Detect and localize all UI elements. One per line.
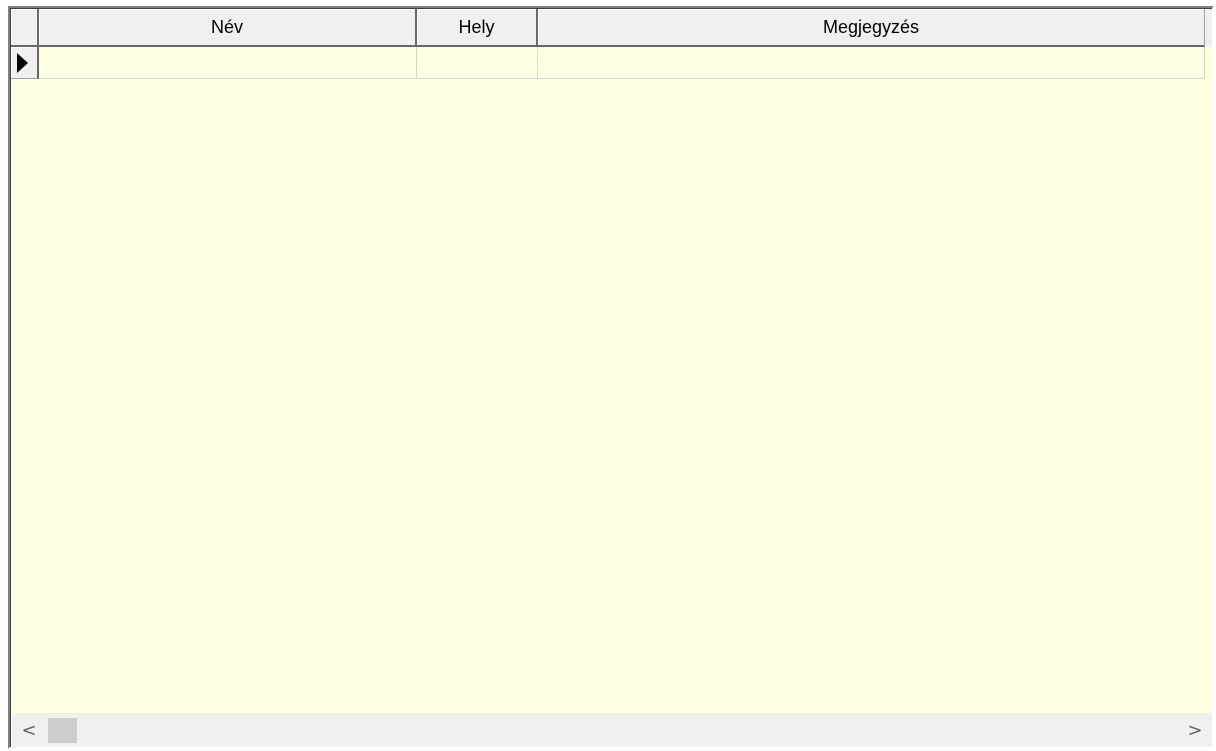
column-header-nev[interactable]: Név [39, 9, 417, 47]
data-grid[interactable]: Név Hely Megjegyzés < > [8, 6, 1214, 749]
scroll-track[interactable] [46, 714, 1178, 747]
row-indicator-header [11, 9, 39, 47]
cell-nev[interactable] [39, 47, 417, 79]
cell-hely[interactable] [417, 47, 538, 79]
scroll-thumb[interactable] [48, 718, 77, 743]
horizontal-scrollbar[interactable]: < > [12, 713, 1212, 747]
grid-header-row: Név Hely Megjegyzés [11, 9, 1212, 47]
current-row-arrow-icon [17, 53, 28, 73]
chevron-left-icon: < [21, 720, 37, 741]
table-row[interactable] [11, 47, 1212, 79]
cell-megjegyzes[interactable] [538, 47, 1205, 79]
column-header-hely[interactable]: Hely [417, 9, 538, 47]
row-indicator[interactable] [11, 47, 39, 79]
chevron-right-icon: > [1187, 720, 1203, 741]
scroll-left-button[interactable]: < [12, 714, 46, 747]
scroll-right-button[interactable]: > [1178, 714, 1212, 747]
data-grid-body: Név Hely Megjegyzés < > [10, 8, 1212, 747]
column-header-megjegyzes[interactable]: Megjegyzés [538, 9, 1205, 47]
